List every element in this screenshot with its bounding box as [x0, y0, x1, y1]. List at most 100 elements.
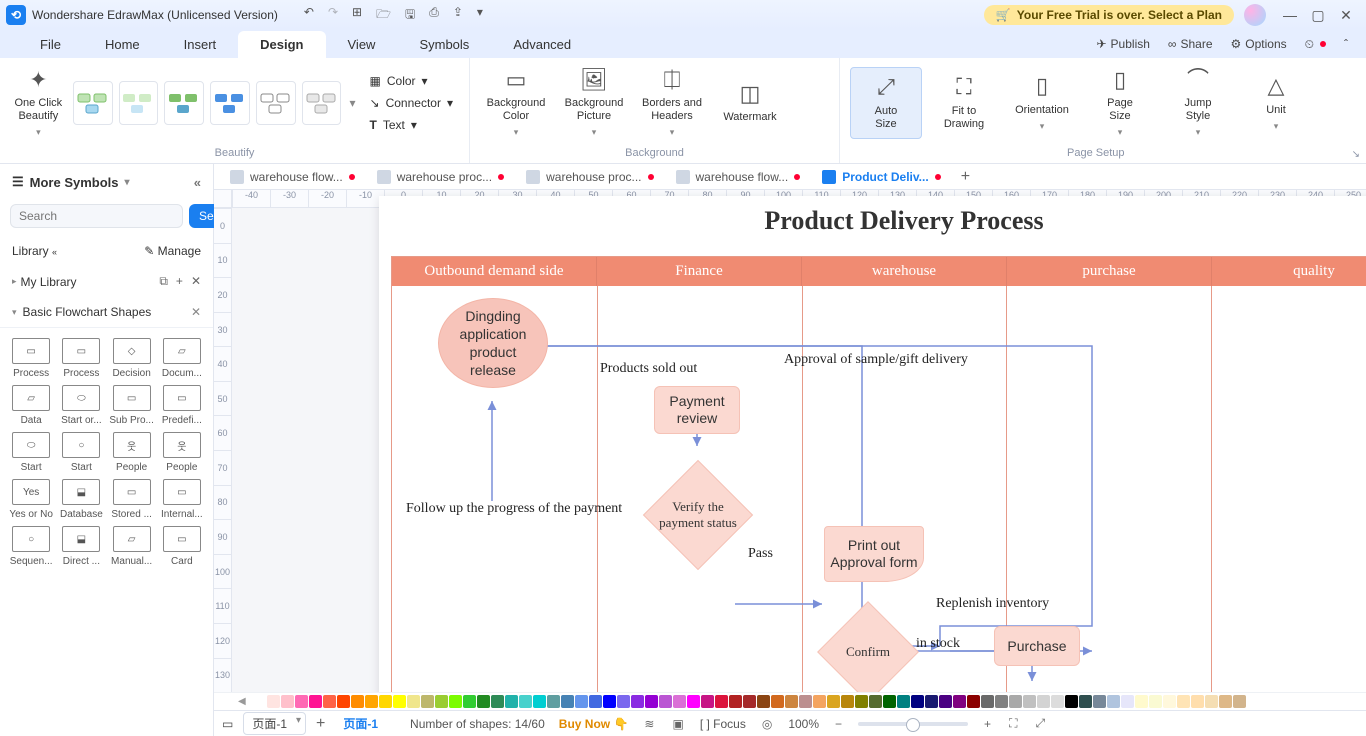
color-swatch[interactable]	[1205, 695, 1218, 708]
color-swatch[interactable]	[519, 695, 532, 708]
color-swatch[interactable]	[771, 695, 784, 708]
one-click-beautify-button[interactable]: ✦ One Click Beautify ▾	[10, 67, 67, 139]
shape-section-title[interactable]: Basic Flowchart Shapes	[23, 305, 152, 319]
color-swatch[interactable]	[1093, 695, 1106, 708]
color-swatch[interactable]	[883, 695, 896, 708]
library-close-icon[interactable]: ✕	[191, 274, 201, 289]
page-tab-active[interactable]: 页面-1	[335, 713, 386, 734]
buy-now-link[interactable]: Buy Now 👇	[559, 717, 629, 731]
menu-symbols[interactable]: Symbols	[397, 31, 491, 58]
theme-swatch-1[interactable]	[73, 81, 113, 125]
shape-item[interactable]: 웃People	[109, 432, 155, 473]
fit-page-icon[interactable]: ◎	[760, 717, 774, 731]
color-swatch[interactable]	[841, 695, 854, 708]
my-library-item[interactable]: My Library	[21, 275, 77, 289]
color-swatch[interactable]	[407, 695, 420, 708]
shape-item[interactable]: ⬭Start or...	[58, 385, 104, 426]
color-swatch[interactable]	[253, 695, 266, 708]
node-purchase[interactable]: Purchase	[994, 626, 1080, 666]
swimlane-header[interactable]: warehouse	[802, 257, 1007, 286]
color-swatch[interactable]	[617, 695, 630, 708]
options-button[interactable]: ⚙ Options	[1231, 37, 1287, 51]
color-swatch[interactable]	[785, 695, 798, 708]
color-swatch[interactable]	[1135, 695, 1148, 708]
background-color-button[interactable]: ▭Background Color▾	[480, 67, 552, 139]
color-swatch[interactable]	[953, 695, 966, 708]
symbol-search-input[interactable]	[10, 204, 183, 228]
color-swatch[interactable]	[855, 695, 868, 708]
document-tab[interactable]: Product Deliv...	[812, 166, 950, 188]
shape-item[interactable]: ○Start	[58, 432, 104, 473]
color-swatch[interactable]	[995, 695, 1008, 708]
color-swatch[interactable]	[1219, 695, 1232, 708]
jump-style-button[interactable]: ⌒Jump Style▾	[1162, 67, 1234, 139]
color-swatch[interactable]	[1233, 695, 1246, 708]
color-swatch[interactable]	[603, 695, 616, 708]
color-swatch[interactable]	[1191, 695, 1204, 708]
swimlane-header[interactable]: purchase	[1007, 257, 1212, 286]
color-swatch[interactable]	[631, 695, 644, 708]
color-swatch[interactable]	[729, 695, 742, 708]
maximize-button[interactable]: ▢	[1304, 7, 1332, 24]
color-swatch[interactable]	[743, 695, 756, 708]
node-print-approval[interactable]: Print out Approval form	[824, 526, 924, 582]
color-swatch[interactable]	[337, 695, 350, 708]
shape-item[interactable]: ▱Data	[8, 385, 54, 426]
theme-swatch-5[interactable]	[256, 81, 296, 125]
library-pin-icon[interactable]: ⧉	[159, 274, 168, 289]
document-tab[interactable]: warehouse flow...	[666, 166, 811, 188]
label-approval[interactable]: Approval of sample/gift delivery	[784, 352, 968, 368]
zoom-in-icon[interactable]: +	[982, 717, 993, 731]
text-dropdown[interactable]: TText ▾	[370, 118, 453, 132]
close-button[interactable]: ✕	[1332, 7, 1360, 24]
collapse-ribbon-icon[interactable]: ˆ	[1344, 37, 1348, 51]
color-swatch[interactable]	[701, 695, 714, 708]
color-swatch[interactable]	[939, 695, 952, 708]
color-swatch[interactable]	[575, 695, 588, 708]
color-swatch[interactable]	[813, 695, 826, 708]
layers-icon[interactable]: ≋	[642, 717, 656, 731]
node-payment-review[interactable]: Payment review	[654, 386, 740, 434]
color-swatch[interactable]	[281, 695, 294, 708]
theme-gallery-more-icon[interactable]: ▾	[347, 96, 357, 110]
fullscreen-icon[interactable]: ⤢	[1033, 716, 1047, 731]
color-swatch[interactable]	[1023, 695, 1036, 708]
color-swatch[interactable]	[449, 695, 462, 708]
shape-item[interactable]: 웃People	[159, 432, 205, 473]
color-swatch[interactable]	[505, 695, 518, 708]
label-products-sold-out[interactable]: Products sold out	[600, 361, 697, 377]
zoom-slider[interactable]	[858, 722, 968, 726]
menu-insert[interactable]: Insert	[162, 31, 239, 58]
color-dropdown[interactable]: ▦Color ▾	[370, 74, 453, 88]
library-add-icon[interactable]: +	[176, 274, 183, 289]
shape-item[interactable]: ▱Docum...	[159, 338, 205, 379]
shape-item[interactable]: ⬭Start	[8, 432, 54, 473]
shape-item[interactable]: ⬓Database	[58, 479, 104, 520]
menu-advanced[interactable]: Advanced	[491, 31, 593, 58]
print-icon[interactable]: ⎙	[429, 5, 439, 26]
shape-section-close-icon[interactable]: ✕	[191, 305, 201, 319]
swimlane-header[interactable]: Outbound demand side	[392, 257, 597, 286]
color-swatch[interactable]	[435, 695, 448, 708]
color-swatch[interactable]	[673, 695, 686, 708]
color-swatch[interactable]	[1051, 695, 1064, 708]
connector-dropdown[interactable]: ↘Connector ▾	[370, 96, 453, 110]
color-swatch[interactable]	[491, 695, 504, 708]
canvas-viewport[interactable]: -40-30-20-100102030405060708090100110120…	[214, 190, 1366, 692]
theme-swatch-2[interactable]	[119, 81, 159, 125]
theme-swatch-4[interactable]	[210, 81, 250, 125]
zoom-out-icon[interactable]: −	[833, 717, 844, 731]
drawing-page[interactable]: Product Delivery Process Outbound demand…	[379, 196, 1366, 692]
label-follow-up[interactable]: Follow up the progress of the payment	[406, 501, 622, 517]
color-swatch[interactable]	[1149, 695, 1162, 708]
shape-item[interactable]: ▭Internal...	[159, 479, 205, 520]
color-swatch[interactable]	[1009, 695, 1022, 708]
background-picture-button[interactable]: 🖼Background Picture▾	[558, 67, 630, 139]
shape-item[interactable]: ▭Sub Pro...	[109, 385, 155, 426]
menu-design[interactable]: Design	[238, 31, 325, 58]
publish-button[interactable]: ✈ Publish	[1096, 37, 1149, 51]
focus-button[interactable]: [ ] Focus	[700, 717, 746, 731]
shape-item[interactable]: ▭Process	[58, 338, 104, 379]
color-swatch[interactable]	[393, 695, 406, 708]
save-icon[interactable]: 🖫	[405, 5, 415, 26]
